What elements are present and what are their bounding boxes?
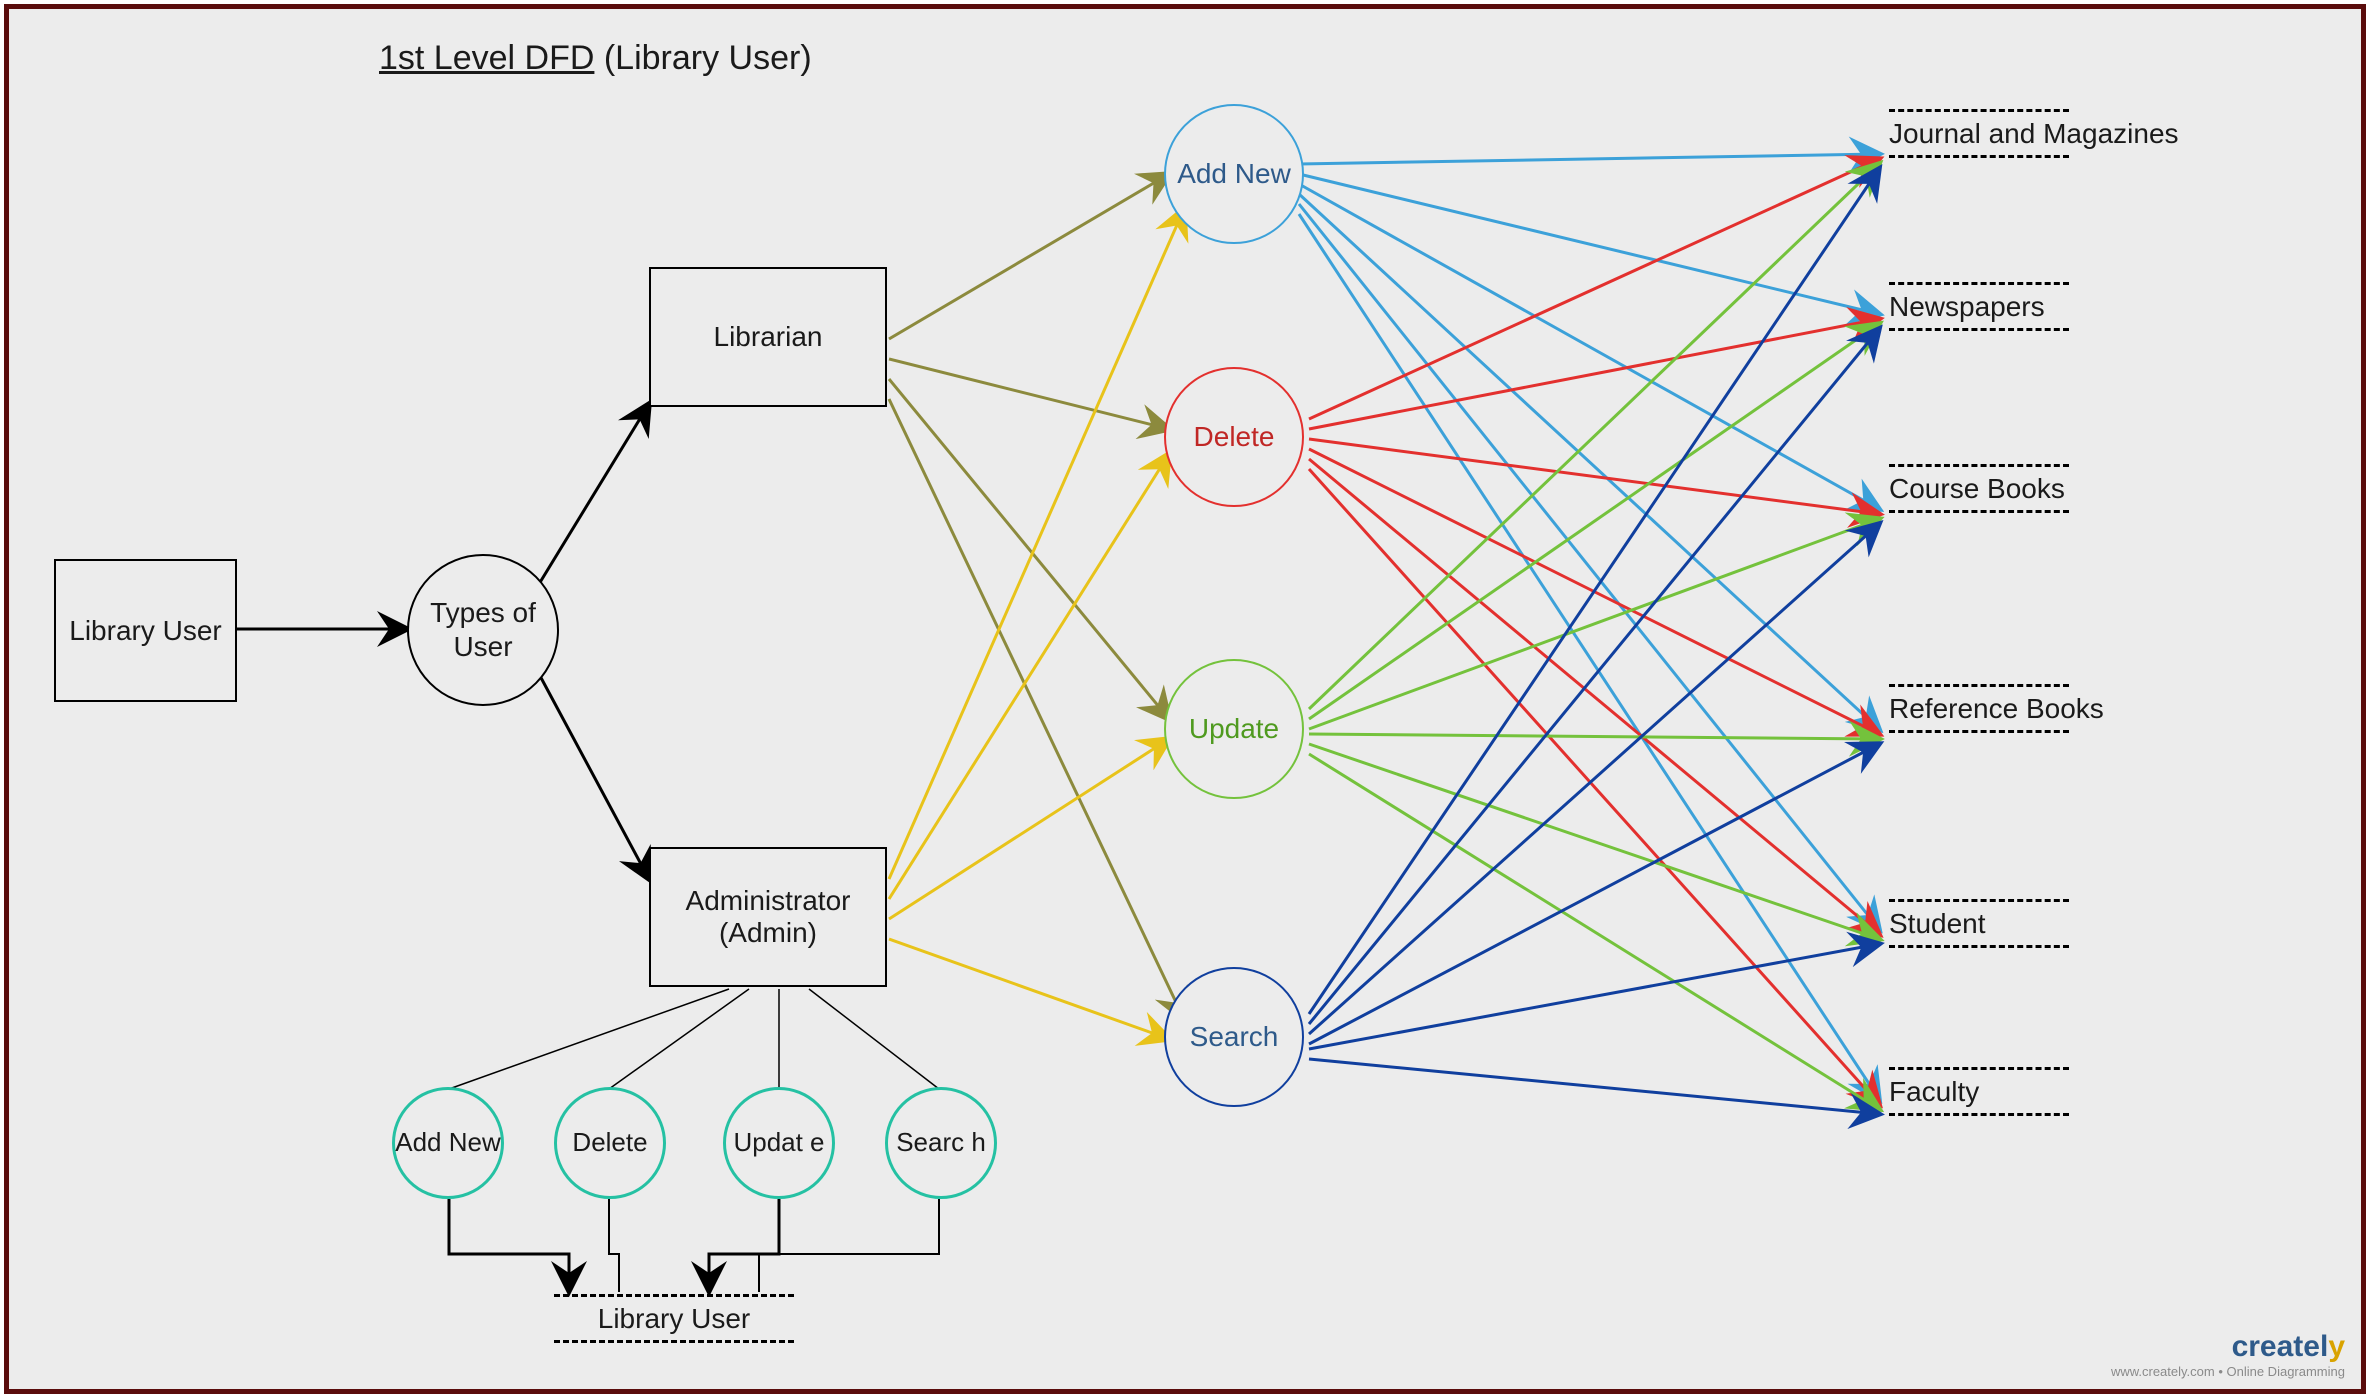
edge-search-course [1309, 524, 1879, 1034]
process-update: Update [1164, 659, 1304, 799]
title-paren: (Library User) [604, 39, 812, 77]
diagram-title: 1st Level DFD (Library User) [379, 39, 812, 78]
store-admin-library-user: Library User [554, 1294, 794, 1343]
diagram-frame: 1st Level DFD (Library User) [4, 4, 2366, 1394]
edge-librarian-addnew [889, 174, 1169, 339]
admin-process-search-label: Searc h [896, 1127, 986, 1158]
process-update-label: Update [1189, 712, 1279, 746]
store-student-label: Student [1889, 902, 2069, 945]
edge-addnew-journal [1299, 154, 1879, 164]
process-add-new: Add New [1164, 104, 1304, 244]
edge-search-faculty [1309, 1059, 1879, 1114]
process-types-of-user: Types of User [407, 554, 559, 706]
edge-librarian-search [889, 399, 1184, 1019]
process-delete: Delete [1164, 367, 1304, 507]
edge-search-reference [1309, 744, 1879, 1044]
admin-process-delete-label: Delete [572, 1127, 647, 1158]
process-search: Search [1164, 967, 1304, 1107]
edge-types-librarian [539, 404, 649, 584]
store-faculty: Faculty [1889, 1067, 2069, 1116]
edge-search-journal [1309, 169, 1879, 1014]
store-reference-books: Reference Books [1889, 684, 2104, 733]
edge-admin-to-search2 [809, 989, 939, 1089]
edge-search-newspapers [1309, 329, 1879, 1024]
brand-name-y: y [2328, 1330, 2345, 1363]
store-newspapers: Newspapers [1889, 282, 2069, 331]
store-course-books-label: Course Books [1889, 467, 2069, 510]
brand-logo: creately [2111, 1330, 2345, 1364]
store-bottom-divider [1889, 328, 2069, 331]
edge-addnew-student [1299, 204, 1879, 929]
edge-update-course [1309, 519, 1879, 729]
edge-update2-libuser [709, 1199, 779, 1291]
edge-update-student [1309, 744, 1879, 939]
brand-name-main: createl [2232, 1330, 2329, 1363]
edge-search2-libuser [759, 1199, 939, 1292]
edge-update-reference [1309, 734, 1879, 739]
edge-librarian-update [889, 379, 1169, 719]
edge-admin-to-delete2 [609, 989, 749, 1089]
edge-update-newspapers [1309, 324, 1879, 719]
edge-update-journal [1309, 164, 1879, 709]
edge-update-faculty [1309, 754, 1879, 1109]
edge-delete-faculty [1309, 469, 1879, 1104]
edge-delete-student [1309, 459, 1879, 934]
store-reference-books-label: Reference Books [1889, 687, 2104, 730]
store-bottom-divider [1889, 155, 2069, 158]
store-bottom-divider [1889, 730, 2069, 733]
admin-process-add-new: Add New [392, 1087, 504, 1199]
edge-librarian-delete [889, 359, 1169, 429]
edge-delete-reference [1309, 449, 1879, 734]
store-journal-magazines: Journal and Magazines [1889, 109, 2179, 158]
brand-watermark: creately www.creately.com • Online Diagr… [2111, 1330, 2345, 1379]
edge-addnew-reference [1299, 194, 1879, 729]
edge-admin-search [889, 939, 1169, 1039]
entity-library-user: Library User [54, 559, 237, 702]
edge-types-admin [539, 674, 649, 879]
process-search-label: Search [1190, 1020, 1279, 1054]
edge-admin-addnew [889, 209, 1184, 879]
entity-administrator: Administrator (Admin) [649, 847, 887, 987]
entity-library-user-label: Library User [69, 615, 221, 647]
edge-search-student [1309, 944, 1879, 1049]
admin-process-search: Searc h [885, 1087, 997, 1199]
edge-admin-delete [889, 454, 1169, 899]
store-bottom-divider [1889, 945, 2069, 948]
process-delete-label: Delete [1194, 420, 1275, 454]
admin-process-update-label: Updat e [733, 1127, 824, 1158]
store-bottom-divider [554, 1340, 794, 1343]
admin-process-add-new-label: Add New [395, 1127, 501, 1158]
store-newspapers-label: Newspapers [1889, 285, 2069, 328]
edge-delete2-libuser [609, 1199, 619, 1292]
entity-administrator-label: Administrator (Admin) [651, 885, 885, 949]
entity-librarian-label: Librarian [714, 321, 823, 353]
admin-process-delete: Delete [554, 1087, 666, 1199]
edge-admin-to-addnew2 [449, 989, 729, 1089]
store-journal-magazines-label: Journal and Magazines [1889, 112, 2179, 155]
edge-addnew-course [1299, 184, 1879, 509]
store-student: Student [1889, 899, 2069, 948]
title-main: 1st Level DFD [379, 39, 594, 77]
edge-admin-update [889, 739, 1169, 919]
edge-addnew-faculty [1299, 214, 1879, 1099]
admin-process-update: Updat e [723, 1087, 835, 1199]
dfd-diagram: 1st Level DFD (Library User) [9, 9, 2361, 1389]
store-admin-library-user-label: Library User [554, 1297, 794, 1340]
store-bottom-divider [1889, 1113, 2069, 1116]
store-faculty-label: Faculty [1889, 1070, 2069, 1113]
edge-delete-course [1309, 439, 1879, 514]
process-types-of-user-label: Types of User [409, 596, 557, 663]
process-add-new-label: Add New [1177, 157, 1291, 191]
brand-tagline: www.creately.com • Online Diagramming [2111, 1364, 2345, 1379]
entity-librarian: Librarian [649, 267, 887, 407]
edge-addnew2-libuser [449, 1199, 569, 1291]
edge-delete-newspapers [1309, 319, 1879, 429]
edge-addnew-newspapers [1299, 174, 1879, 314]
store-bottom-divider [1889, 510, 2069, 513]
store-course-books: Course Books [1889, 464, 2069, 513]
edge-delete-journal [1309, 159, 1879, 419]
